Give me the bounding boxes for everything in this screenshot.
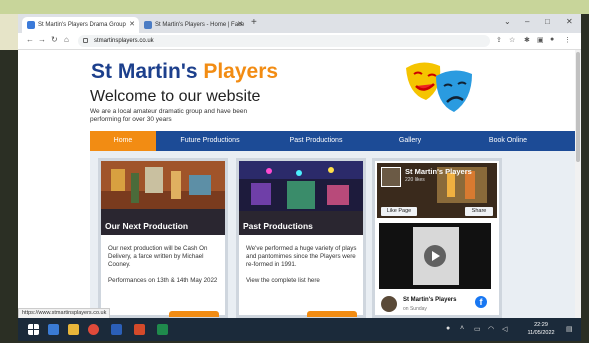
site-favicon-icon	[27, 21, 35, 29]
post-author[interactable]: St Martin's Players	[403, 297, 456, 303]
word-icon[interactable]	[111, 324, 122, 335]
card-title: Our Next Production	[105, 221, 189, 231]
url-input[interactable]: stmartinsplayers.co.uk	[78, 35, 490, 47]
address-bar-row: ← → ↻ ⌂ stmartinsplayers.co.uk ⇪ ☆ ✱ ▣ ●…	[18, 33, 581, 50]
nav-future-productions[interactable]: Future Productions	[156, 131, 264, 151]
share-button[interactable]: Share	[465, 207, 493, 216]
menu-icon[interactable]: ⋮	[564, 36, 571, 44]
site-logo[interactable]: St Martin's Players	[91, 60, 278, 84]
notifications-icon[interactable]: ▤	[566, 325, 573, 333]
tab-title: St Martin's Players Drama Group	[38, 22, 126, 28]
bookmark-star-icon[interactable]: ☆	[509, 36, 515, 44]
tab-strip: St Martin's Players Drama Group ✕ St Mar…	[18, 14, 581, 33]
people-icon[interactable]: ●	[446, 325, 450, 332]
card-title: Past Productions	[243, 221, 313, 231]
close-window-button[interactable]: ✕	[566, 17, 573, 26]
close-tab-icon[interactable]: ✕	[237, 20, 243, 28]
nav-home[interactable]: Home	[90, 131, 156, 151]
post-avatar[interactable]	[381, 296, 397, 312]
card-body: Our next production will be Cash On Deli…	[108, 245, 218, 284]
facebook-widget: St Martin's Players 220 likes Like Page …	[372, 158, 502, 318]
extensions-icon[interactable]: ✱	[524, 36, 530, 44]
powerpoint-icon[interactable]	[134, 324, 145, 335]
windows-start-icon[interactable]	[28, 324, 39, 335]
close-tab-icon[interactable]: ✕	[129, 20, 135, 28]
task-view-icon[interactable]	[48, 324, 59, 335]
minimize-button[interactable]: –	[525, 17, 529, 26]
wifi-icon[interactable]: ◠	[488, 325, 494, 333]
nav-book-online[interactable]: Book Online	[452, 131, 564, 151]
new-tab-button[interactable]: +	[251, 17, 257, 28]
view-list-link[interactable]: View the complete list here	[246, 277, 358, 285]
reload-button[interactable]: ↻	[51, 35, 58, 44]
page-avatar[interactable]	[381, 167, 401, 187]
url-text: stmartinsplayers.co.uk	[94, 38, 154, 44]
share-icon[interactable]: ⇪	[496, 36, 502, 44]
card-button[interactable]	[307, 311, 357, 317]
taskbar: ● ˄ ▭ ◠ ◁ 22:29 11/05/2022 ▤	[18, 318, 581, 341]
page-title: Welcome to our website	[90, 88, 261, 105]
home-button[interactable]: ⌂	[64, 35, 69, 44]
tab-title: St Martin's Players - Home | Face	[155, 22, 245, 28]
chrome-icon[interactable]	[88, 324, 99, 335]
card-past-productions: Past Productions We've performed a huge …	[236, 158, 366, 318]
file-explorer-icon[interactable]	[68, 324, 79, 335]
side-panel-icon[interactable]: ▣	[537, 36, 544, 44]
scroll-thumb[interactable]	[576, 52, 580, 162]
post-time: on Sunday	[403, 306, 427, 312]
nav-gallery[interactable]: Gallery	[368, 131, 452, 151]
back-button[interactable]: ←	[26, 35, 34, 44]
chevron-up-icon[interactable]: ˄	[460, 325, 464, 332]
like-page-button[interactable]: Like Page	[381, 207, 417, 216]
nav-past-productions[interactable]: Past Productions	[264, 131, 368, 151]
play-icon[interactable]	[424, 245, 446, 267]
theatre-masks-icon	[406, 62, 472, 112]
page-scrollbar[interactable]	[575, 50, 581, 318]
facebook-icon: f	[475, 296, 487, 308]
volume-icon[interactable]: ◁	[502, 325, 507, 333]
intro-text: We are a local amateur dramatic group an…	[90, 108, 248, 123]
tab-inactive[interactable]: St Martin's Players - Home | Face ✕	[139, 17, 247, 33]
lock-icon	[83, 38, 88, 43]
maximize-button[interactable]: □	[545, 17, 550, 26]
excel-icon[interactable]	[157, 324, 168, 335]
facebook-favicon-icon	[144, 21, 152, 29]
screen: St Martin's Players Drama Group ✕ St Mar…	[18, 14, 581, 341]
card-body: We've performed a huge variety of plays …	[246, 245, 358, 285]
main-nav: Home Future Productions Past Productions…	[90, 131, 575, 151]
facebook-cover: St Martin's Players 220 likes Like Page …	[377, 163, 497, 218]
tab-search-icon[interactable]: ⌄	[504, 17, 511, 26]
card-button[interactable]	[169, 311, 219, 317]
page-likes: 220 likes	[405, 177, 425, 183]
profile-icon[interactable]: ●	[550, 36, 554, 43]
system-clock[interactable]: 22:29 11/05/2022	[526, 321, 556, 337]
forward-button[interactable]: →	[38, 35, 46, 44]
facebook-video[interactable]	[379, 223, 491, 289]
facebook-post-header: St Martin's Players on Sunday f	[379, 294, 491, 315]
battery-icon[interactable]: ▭	[474, 325, 481, 333]
tab-active[interactable]: St Martin's Players Drama Group ✕	[22, 17, 139, 33]
web-page: St Martin's Players Welcome to our websi…	[18, 50, 575, 318]
background-wall	[0, 0, 589, 14]
page-name[interactable]: St Martin's Players	[405, 167, 472, 176]
card-next-production: Our Next Production Our next production …	[98, 158, 228, 318]
